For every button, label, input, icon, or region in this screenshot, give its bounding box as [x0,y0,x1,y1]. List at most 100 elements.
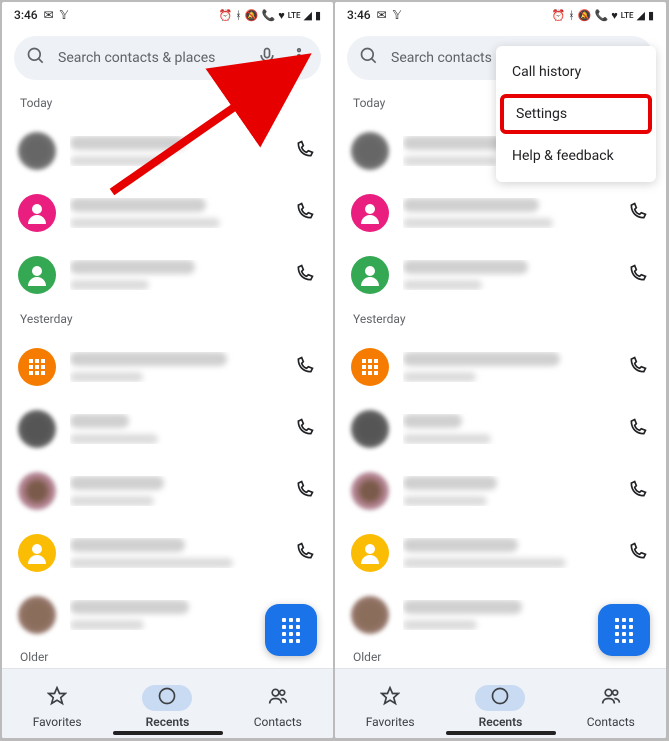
call-list: Yesterday [2,120,333,668]
gesture-handle[interactable] [446,731,556,735]
dialpad-icon [282,618,300,643]
status-time: 3:46 [347,8,371,22]
avatar [18,534,56,572]
call-button[interactable] [626,263,650,288]
people-icon [268,686,288,709]
status-bar: 3:46 ✉ 𝕐 ⏰ ᚼ 🔕 📞 ♥ LTE ◢ ▮ [2,2,333,28]
call-button[interactable] [293,263,317,288]
alarm-icon: ⏰ [551,9,565,22]
clock-icon [157,686,177,709]
search-icon [359,46,379,71]
menu-call-history[interactable]: Call history [496,52,656,92]
menu-settings[interactable]: Settings [500,94,652,134]
status-bar: 3:46 ✉ 𝕐 ⏰ ᚼ 🔕 📞 ♥ LTE ◢ ▮ [335,2,666,28]
call-row[interactable] [2,522,333,584]
call-button[interactable] [293,355,317,380]
avatar [18,132,56,170]
gesture-handle[interactable] [113,731,223,735]
nav-contacts[interactable]: Contacts [566,685,656,729]
avatar [351,348,389,386]
section-yesterday: Yesterday [2,306,333,336]
avatar [351,472,389,510]
call-row[interactable] [2,120,333,182]
search-bar[interactable]: Search contacts & places [14,36,321,80]
avatar [351,596,389,634]
call-button[interactable] [293,139,317,164]
nav-label: Recents [479,715,523,729]
avatar [351,534,389,572]
battery-icon: ▮ [648,9,654,22]
nav-favorites[interactable]: Favorites [12,685,102,729]
nav-favorites[interactable]: Favorites [345,685,435,729]
people-icon [601,686,621,709]
avatar [18,410,56,448]
dnd-icon: 🔕 [245,9,259,22]
call-list: Yesterday [335,120,666,668]
more-menu-icon[interactable] [289,46,309,71]
dialpad-icon [615,618,633,643]
call-row[interactable] [2,336,333,398]
call-button[interactable] [626,417,650,442]
search-icon [26,46,46,71]
call-row[interactable] [335,460,666,522]
star-icon [47,686,67,709]
avatar [18,256,56,294]
bluetooth-icon: ᚼ [568,9,575,22]
lte-icon: LTE [288,11,301,20]
call-button[interactable] [626,201,650,226]
nav-label: Favorites [33,715,82,729]
battery-icon: ▮ [315,9,321,22]
avatar [351,194,389,232]
nav-recents[interactable]: Recents [455,685,545,729]
call-button[interactable] [293,201,317,226]
signal-icon: ◢ [303,9,311,22]
nav-label: Contacts [254,715,302,729]
call-row[interactable] [2,460,333,522]
nav-label: Contacts [587,715,635,729]
wifi-call-icon: 📞 [261,9,275,22]
clock-icon [490,686,510,709]
wifi-icon: ♥ [278,9,285,22]
phone-screen-right: 3:46 ✉ 𝕐 ⏰ ᚼ 🔕 📞 ♥ LTE ◢ ▮ Search contac… [335,2,666,738]
nav-recents[interactable]: Recents [122,685,212,729]
bottom-nav: Favorites Recents Contacts [2,668,333,738]
call-button[interactable] [626,479,650,504]
mic-icon[interactable] [257,46,277,71]
wifi-icon: ♥ [611,9,618,22]
call-row[interactable] [335,244,666,306]
call-row[interactable] [335,522,666,584]
nav-contacts[interactable]: Contacts [233,685,323,729]
avatar [18,472,56,510]
call-row[interactable] [335,336,666,398]
twitter-icon: 𝕐 [393,8,401,22]
call-button[interactable] [293,417,317,442]
avatar [18,596,56,634]
menu-help-feedback[interactable]: Help & feedback [496,136,656,176]
nav-label: Recents [146,715,190,729]
call-button[interactable] [626,355,650,380]
call-row[interactable] [2,398,333,460]
call-button[interactable] [293,541,317,566]
avatar [18,194,56,232]
status-time: 3:46 [14,8,38,22]
call-button[interactable] [626,541,650,566]
call-row[interactable] [2,244,333,306]
call-row[interactable] [335,182,666,244]
star-icon [380,686,400,709]
dialpad-fab[interactable] [598,604,650,656]
section-today: Today [2,90,333,120]
signal-icon: ◢ [636,9,644,22]
phone-screen-left: 3:46 ✉ 𝕐 ⏰ ᚼ 🔕 📞 ♥ LTE ◢ ▮ Search contac… [2,2,333,738]
nav-label: Favorites [366,715,415,729]
bluetooth-icon: ᚼ [235,9,242,22]
avatar [351,256,389,294]
call-button[interactable] [293,479,317,504]
alarm-icon: ⏰ [218,9,232,22]
overflow-menu: Call history Settings Help & feedback [496,46,656,182]
call-row[interactable] [2,182,333,244]
dialpad-fab[interactable] [265,604,317,656]
call-row[interactable] [335,398,666,460]
search-placeholder: Search contacts & places [58,50,245,66]
gmail-icon: ✉ [377,8,387,22]
wifi-call-icon: 📞 [594,9,608,22]
